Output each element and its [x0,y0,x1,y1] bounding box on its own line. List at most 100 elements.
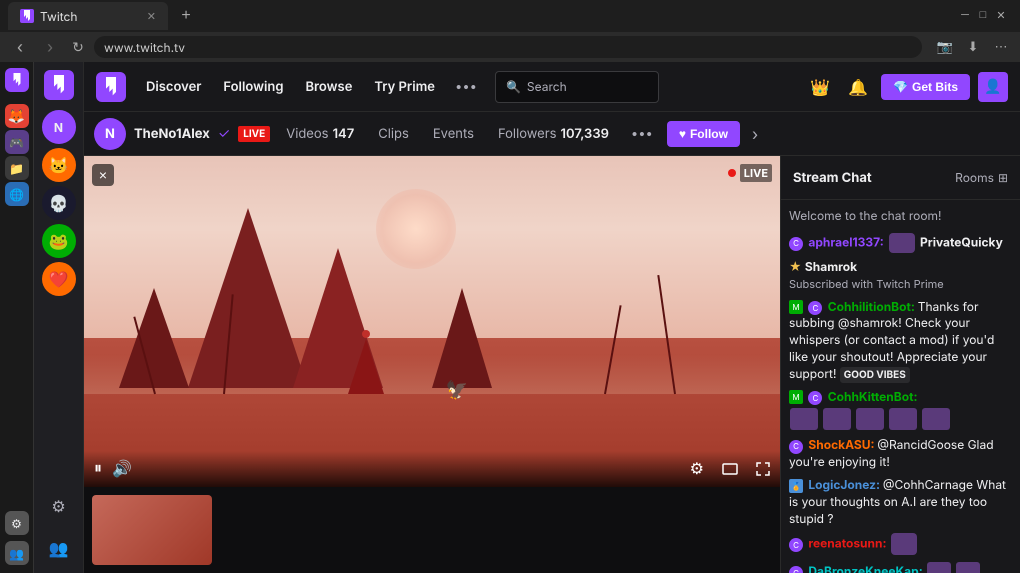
nav-more[interactable]: ••• [447,73,485,101]
username-6: LogicJonez: [808,477,883,492]
game-scene: 🦅 [84,156,780,487]
bits-icon: 💎 [893,80,908,94]
search-icon: 🔍 [506,79,521,94]
forward-button[interactable]: › [38,35,62,59]
emote-8b [956,562,980,573]
chat-panel: Stream Chat Rooms ⊞ Welcome to the chat … [780,156,1020,573]
chat-message-8: C DaBronzeKneeKap: GOOD VIBES [789,561,1012,573]
close-window-button[interactable]: ✕ [994,8,1008,22]
settings-video-button[interactable]: ⚙ [690,459,704,479]
twitch-nav: Discover Following Browse Try Prime ••• … [84,62,1020,112]
reload-button[interactable]: ↻ [68,37,88,57]
thumbnail-preview[interactable] [92,495,212,565]
sidebar-channel-5[interactable]: ❤️ [42,262,76,296]
user-avatar-nav[interactable]: 👤 [978,72,1008,102]
browser-actions: 📷 ⬇ ⋯ [934,36,1012,58]
os-icon-3[interactable]: 📁 [5,156,29,180]
heart-icon: ♥ [679,127,686,141]
emote-welcome-5 [922,408,950,430]
tab-title: Twitch [40,9,77,24]
channel-expand-arrow[interactable]: › [752,124,758,144]
sidebar-channel-3[interactable]: 💀 [42,186,76,220]
sidebar-channel-2[interactable]: 🐱 [42,148,76,182]
search-bar[interactable]: 🔍 Search [495,71,659,103]
os-icon-settings[interactable]: ⚙ [5,511,29,535]
maximize-button[interactable]: □ [976,8,990,22]
get-bits-button[interactable]: 💎 Get Bits [881,74,970,100]
nav-browse[interactable]: Browse [295,73,362,101]
chat-message-1: C aphrael1337: PrivateQuicky [789,233,1012,253]
mountain-4 [432,288,492,388]
username-3: CohhilitionBot: [828,299,918,314]
camera-button[interactable]: 📷 [934,36,956,58]
emote-8a [927,562,951,573]
minimize-button[interactable]: ─ [958,8,972,22]
sidebar-gear-button[interactable]: ⚙ [42,489,76,523]
live-badge: LIVE [238,126,270,142]
good-vibes-badge-3: GOOD VIBES [840,367,910,383]
video-close-button[interactable]: × [92,164,114,186]
username-8: DaBronzeKneeKap: [808,564,925,573]
chat-header: Stream Chat Rooms ⊞ [781,156,1020,200]
follow-button[interactable]: ♥ Follow [667,121,740,147]
theater-mode-button[interactable] [722,463,738,475]
chat-message-3: M C CohhilitionBot: Thanks for subbing @… [789,299,1012,383]
browser-tab[interactable]: Twitch ✕ [8,2,168,30]
tab-close[interactable]: ✕ [147,9,156,23]
channel-bar: N TheNo1Alex ✓ LIVE Videos 147 Clips Eve… [84,112,1020,156]
settings-button[interactable]: ⋯ [990,36,1012,58]
username-7: reenatosunn: [808,536,889,551]
channel-tab-events[interactable]: Events [425,122,482,146]
os-icon-twitch[interactable] [5,68,29,92]
search-placeholder: Search [527,79,567,94]
character-cape [348,339,384,394]
sidebar-channel-4[interactable]: 🐸 [42,224,76,258]
nav-discover[interactable]: Discover [136,73,211,101]
notifications-button[interactable]: 🔔 [843,72,873,102]
twitch-nav-logo [96,72,126,102]
verified-icon: ✓ [218,125,230,142]
crown-button[interactable]: 👑 [805,72,835,102]
rooms-icon: ⊞ [998,170,1008,185]
video-below [84,487,780,573]
chat-title: Stream Chat [793,170,947,186]
twitch-logo[interactable] [44,70,74,100]
video-background: 🦅 [84,156,780,487]
fullscreen-button[interactable] [756,462,770,476]
emote-welcome-2 [823,408,851,430]
main-content: Discover Following Browse Try Prime ••• … [84,62,1020,573]
mountain-1 [188,208,308,388]
live-text: LIVE [740,164,772,182]
nav-prime[interactable]: Try Prime [364,73,445,101]
os-icon-2[interactable]: 🎮 [5,130,29,154]
emote-row-4 [789,407,1012,431]
video-player[interactable]: 🦅 × LIVE ⏸ 🔊 ⚙ [84,156,780,487]
chat-message-7: C reenatosunn: [789,533,1012,555]
channel-more-button[interactable]: ••• [625,122,659,146]
sidebar-channel-1[interactable]: N [42,110,76,144]
channel-tab-clips[interactable]: Clips [370,122,417,146]
username-2: Shamrok [805,259,857,274]
nav-actions: 👑 🔔 💎 Get Bits 👤 [805,72,1008,102]
channel-tab-followers[interactable]: Followers 107,339 [490,122,617,146]
play-pause-button[interactable]: ⏸ [94,460,102,478]
sidebar-people-button[interactable]: 👥 [42,531,76,565]
chat-messages[interactable]: Welcome to the chat room! C aphrael1337:… [781,200,1020,573]
new-tab-button[interactable]: + [174,4,198,28]
emote-7 [891,533,917,555]
channel-tab-videos[interactable]: Videos 147 [278,122,362,146]
os-icon-4[interactable]: 🌐 [5,182,29,206]
download-button[interactable]: ⬇ [962,36,984,58]
creature: 🦅 [446,380,468,401]
live-dot [728,169,736,177]
nav-following[interactable]: Following [213,73,293,101]
back-button[interactable]: ‹ [8,35,32,59]
url-bar[interactable]: www.twitch.tv [94,36,922,58]
volume-button[interactable]: 🔊 [112,459,132,479]
os-icon-1[interactable]: 🦊 [5,104,29,128]
browser-controls: ‹ › ↻ www.twitch.tv 📷 ⬇ ⋯ [0,32,1020,62]
rooms-button[interactable]: Rooms ⊞ [955,170,1008,185]
twitch-sidebar: N 🐱 💀 🐸 ❤️ ⚙ 👥 [34,62,84,573]
os-icon-people[interactable]: 👥 [5,541,29,565]
chat-welcome: Welcome to the chat room! [789,208,1012,223]
